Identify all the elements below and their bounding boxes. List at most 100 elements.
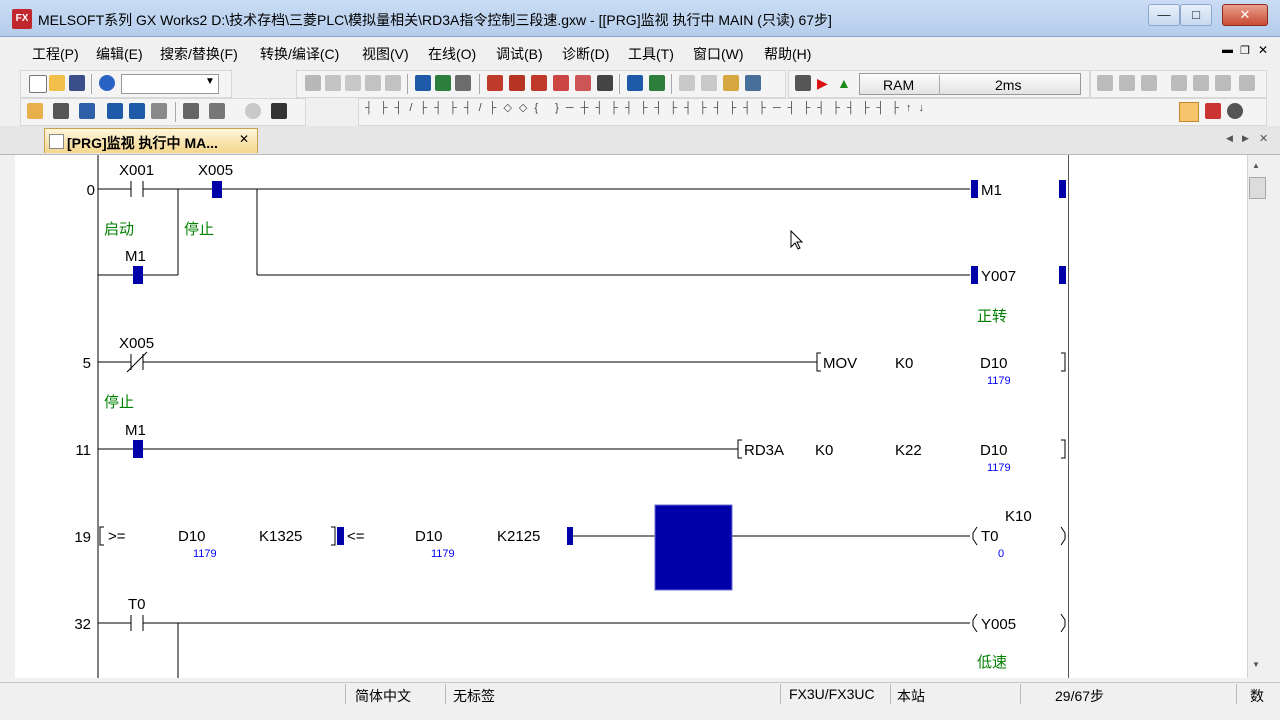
ladder-symbol-icons[interactable]: ┤├┤/├┤├┤/├◇◇{ }─┼┤├┤├┤├┤├┤├┤├─┤├┤├┤├┤├↑↓ <box>365 101 931 114</box>
step-number: 0 <box>87 182 95 199</box>
scroll-down-icon[interactable]: ▼ <box>1252 660 1260 669</box>
ladder-diagram: 0 X001 X005 启动 停止 M1 M1 Y007 正转 5 X005 停… <box>74 155 1066 678</box>
mdi-minimize-icon[interactable]: ▬ <box>1222 44 1233 56</box>
inst-bracket-right <box>1061 352 1066 372</box>
dev-monitor-icon[interactable] <box>627 75 643 91</box>
write-plc-icon[interactable] <box>509 75 525 91</box>
save-icon[interactable] <box>69 75 85 91</box>
comment-edit-icon[interactable] <box>1239 75 1255 91</box>
clock-icon[interactable] <box>245 103 261 119</box>
contact-m1-label-2: M1 <box>125 422 146 439</box>
tab-scroll-right-icon[interactable]: ▶ <box>1242 133 1249 144</box>
cmp-le-op: <= <box>347 528 365 545</box>
inst-rd3a: RD3A <box>744 442 784 459</box>
ladder-delete-icon[interactable] <box>1119 75 1135 91</box>
cmp-ge-op: >= <box>108 528 126 545</box>
menu-debug[interactable]: 调试(B) <box>496 44 543 64</box>
menu-edit[interactable]: 编辑(E) <box>96 44 143 64</box>
mouse-cursor <box>790 229 804 250</box>
step-number: 32 <box>74 616 91 633</box>
dev-list-icon[interactable] <box>151 103 167 119</box>
clear-plc-icon[interactable] <box>575 75 591 91</box>
watch-icon[interactable] <box>701 75 717 91</box>
mov-source: K0 <box>895 355 913 372</box>
menu-online[interactable]: 在线(O) <box>428 44 476 64</box>
zoom-icon[interactable] <box>1227 103 1243 119</box>
project-tree-icon[interactable] <box>27 103 43 119</box>
find-device-icon[interactable] <box>209 103 225 119</box>
dev-replace-icon[interactable] <box>129 103 145 119</box>
mdi-close-icon[interactable]: ✕ <box>1258 43 1268 57</box>
scroll-thumb[interactable] <box>1249 177 1266 199</box>
comment-stop: 停止 <box>184 221 214 238</box>
chevron-down-icon[interactable]: ▼ <box>205 76 215 87</box>
menu-convert-compile[interactable]: 转换/编译(C) <box>260 44 339 64</box>
document-icon <box>49 134 64 149</box>
tab-prg-main[interactable]: [PRG]监视 执行中 MA... ✕ <box>44 128 258 153</box>
d10-current-value: 1179 <box>987 375 1011 387</box>
scroll-up-icon[interactable]: ▲ <box>1252 161 1260 170</box>
entry-icon[interactable] <box>679 75 695 91</box>
minimize-button[interactable]: — <box>1148 4 1180 26</box>
step-number: 11 <box>75 442 91 459</box>
mdi-restore-icon[interactable]: ❐ <box>1240 44 1250 57</box>
menu-bar: 工程(P) 编辑(E) 搜索/替换(F) 转换/编译(C) 视图(V) 在线(O… <box>0 38 1280 66</box>
remote-op-icon[interactable] <box>553 75 569 91</box>
coil-y007-right <box>1059 266 1066 284</box>
rd3a-dest: D10 <box>980 442 1008 459</box>
ladder-editor[interactable]: 0 X001 X005 启动 停止 M1 M1 Y007 正转 5 X005 停… <box>15 155 1068 678</box>
progress-icon[interactable] <box>53 103 69 119</box>
row-delete-icon[interactable] <box>1171 75 1187 91</box>
cut-icon[interactable] <box>305 75 321 91</box>
dev-icon[interactable] <box>415 75 431 91</box>
menu-diagnostics[interactable]: 诊断(D) <box>562 44 609 64</box>
paste-icon[interactable] <box>345 75 361 91</box>
ladder-insert-icon[interactable] <box>1097 75 1113 91</box>
tab-scroll-left-icon[interactable]: ◀ <box>1226 133 1233 144</box>
row-insert-icon[interactable] <box>1141 75 1157 91</box>
menu-find-replace[interactable]: 搜索/替换(F) <box>160 44 238 64</box>
open-folder-icon[interactable] <box>49 75 65 91</box>
write-mode-icon[interactable] <box>1205 103 1221 119</box>
verify-plc-icon[interactable] <box>531 75 547 91</box>
display-icon[interactable] <box>745 75 761 91</box>
menu-help[interactable]: 帮助(H) <box>764 44 811 64</box>
cmp-ge-b: K1325 <box>259 528 302 545</box>
stop-icon[interactable]: ▲ <box>837 75 853 91</box>
dev-write-icon[interactable] <box>455 75 471 91</box>
new-file-icon[interactable] <box>29 75 47 93</box>
menu-view[interactable]: 视图(V) <box>362 44 409 64</box>
undo-icon[interactable] <box>365 75 381 91</box>
simulation-toolbar: ▶ ▲ RAM 2ms <box>788 70 1090 98</box>
status-label-mode: 无标签 <box>453 688 495 704</box>
cursor-block <box>654 504 733 591</box>
vertical-scrollbar[interactable]: ▲ ▼ <box>1247 155 1266 678</box>
column-delete-icon[interactable] <box>1215 75 1231 91</box>
copy-icon[interactable] <box>325 75 341 91</box>
run-icon[interactable]: ▶ <box>817 75 833 91</box>
binoculars-icon[interactable] <box>271 103 287 119</box>
column-insert-icon[interactable] <box>1193 75 1209 91</box>
cmp-le-bracket-on <box>567 527 573 545</box>
monitor-mode-icon[interactable] <box>1179 102 1199 122</box>
window-list-icon[interactable] <box>79 103 95 119</box>
redo-icon[interactable] <box>385 75 401 91</box>
dev-read-icon[interactable] <box>435 75 451 91</box>
menu-window[interactable]: 窗口(W) <box>693 44 744 64</box>
inst-bracket-left <box>816 352 821 372</box>
menu-tools[interactable]: 工具(T) <box>628 44 674 64</box>
cross-reference-icon[interactable] <box>183 103 199 119</box>
simulation-icon[interactable] <box>795 75 811 91</box>
menu-project[interactable]: 工程(P) <box>32 44 79 64</box>
edit-mode-icon[interactable] <box>723 75 739 91</box>
tab-close-all-icon[interactable]: ✕ <box>1259 132 1268 145</box>
dev-search-icon[interactable] <box>107 103 123 119</box>
tab-close-icon[interactable]: ✕ <box>239 132 249 146</box>
maximize-button[interactable]: □ <box>1180 4 1212 26</box>
close-button[interactable]: ✕ <box>1222 4 1268 26</box>
cmp-le-monitor-on <box>337 527 344 545</box>
dev-batch-icon[interactable] <box>649 75 665 91</box>
monitor-stop-icon[interactable] <box>597 75 613 91</box>
help-icon[interactable] <box>99 75 115 91</box>
read-plc-icon[interactable] <box>487 75 503 91</box>
